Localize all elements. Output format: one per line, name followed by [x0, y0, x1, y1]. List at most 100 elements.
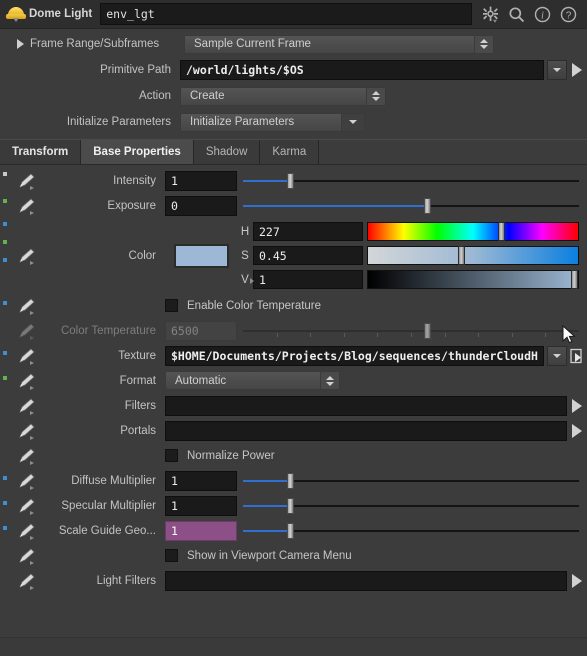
scale-guide-geo-label: Scale Guide Geo... [58, 524, 156, 537]
pen-icon[interactable] [14, 472, 40, 490]
tab-shadow[interactable]: Shadow [193, 140, 261, 164]
pen-icon[interactable] [14, 572, 40, 590]
stepper-arrows-icon[interactable] [320, 372, 339, 389]
saturation-slider[interactable] [367, 246, 579, 265]
node-name-input[interactable]: env_lgt [100, 3, 472, 25]
expand-triangle-icon[interactable] [14, 39, 26, 49]
search-icon[interactable] [508, 6, 525, 23]
color-temperature-input[interactable]: 6500 [165, 320, 237, 341]
enable-color-temperature-control[interactable]: Enable Color Temperature [165, 299, 321, 312]
exposure-slider[interactable] [243, 196, 579, 216]
primitive-path-jump-icon[interactable] [567, 63, 587, 77]
portals-label: Portals [120, 424, 156, 437]
show-in-viewport-control[interactable]: Show in Viewport Camera Menu [165, 549, 352, 562]
filters-jump-icon[interactable] [567, 398, 587, 413]
panel-header: Dome Light env_lgt i ? [0, 0, 587, 29]
normalize-power-control[interactable]: Normalize Power [165, 449, 275, 462]
pen-icon[interactable] [14, 522, 40, 540]
texture-input[interactable]: $HOME/Documents/Projects/Blog/sequences/… [165, 345, 544, 366]
tab-base-properties[interactable]: Base Properties [81, 140, 194, 164]
pen-icon[interactable] [14, 497, 40, 515]
normalize-power-checkbox[interactable] [165, 449, 178, 462]
row-filters: Filters [0, 393, 587, 418]
initialize-parameters-button[interactable]: Initialize Parameters [180, 112, 365, 132]
intensity-input[interactable]: 1 [165, 170, 237, 191]
specular-multiplier-label: Specular Multiplier [61, 499, 156, 512]
info-icon[interactable]: i [534, 6, 551, 23]
pen-icon[interactable] [14, 372, 40, 390]
row-specular-multiplier: Specular Multiplier 1 [0, 493, 587, 518]
stepper-arrows-icon[interactable] [474, 35, 493, 53]
help-icon[interactable]: ? [560, 6, 577, 23]
row-gutter [0, 543, 14, 568]
pen-icon[interactable] [14, 547, 40, 565]
light-filters-input[interactable] [165, 570, 567, 591]
color-swatch[interactable] [173, 243, 229, 268]
action-label: Action [139, 90, 171, 102]
pen-icon[interactable] [14, 322, 40, 340]
saturation-value: 0.45 [259, 248, 287, 263]
saturation-input[interactable]: 0.45 [253, 246, 363, 265]
exposure-input[interactable]: 0 [165, 195, 237, 216]
saturation-row: S 0.45 [237, 244, 579, 267]
frame-range-dropdown[interactable]: Sample Current Frame [184, 34, 494, 54]
tab-karma[interactable]: Karma [260, 140, 320, 164]
primitive-path-menu-button[interactable] [547, 60, 567, 80]
row-portals: Portals [0, 418, 587, 443]
chevron-down-icon[interactable] [341, 113, 364, 131]
color-temperature-slider[interactable] [243, 321, 579, 341]
action-dropdown[interactable]: Create [180, 86, 386, 106]
row-action: Action Create [0, 83, 587, 109]
stepper-arrows-icon[interactable] [366, 87, 385, 105]
primitive-path-input[interactable]: /world/lights/$OS [180, 60, 544, 80]
diffuse-multiplier-input[interactable]: 1 [165, 470, 237, 491]
light-filters-jump-icon[interactable] [567, 573, 587, 588]
scale-guide-geo-slider[interactable] [243, 521, 579, 541]
show-in-viewport-checkbox[interactable] [165, 549, 178, 562]
scale-guide-geo-input[interactable]: 1 [165, 520, 237, 541]
intensity-slider[interactable] [243, 171, 579, 191]
specular-multiplier-input[interactable]: 1 [165, 495, 237, 516]
gear-icon[interactable] [482, 6, 499, 23]
hue-slider[interactable] [367, 222, 579, 241]
parameter-panel: Dome Light env_lgt i ? Frame Range/Subfr… [0, 0, 587, 656]
enable-color-temperature-checkbox[interactable] [165, 299, 178, 312]
row-gutter [0, 368, 14, 393]
color-swatch-wrapper [165, 243, 237, 268]
initialize-label: Initialize Parameters [66, 116, 171, 128]
portals-jump-icon[interactable] [567, 423, 587, 438]
row-color: Color H 227 S 0.45 V 1 [0, 218, 587, 293]
pen-icon[interactable] [14, 297, 40, 315]
pen-icon[interactable] [14, 447, 40, 465]
value-input[interactable]: 1 [253, 270, 363, 289]
tab-label: Base Properties [93, 146, 181, 158]
panel-empty-space [0, 593, 587, 637]
hue-input[interactable]: 227 [253, 222, 363, 241]
pen-icon[interactable] [14, 247, 40, 265]
submenu-triangle-icon[interactable] [250, 277, 254, 284]
pen-icon[interactable] [14, 197, 40, 215]
format-dropdown[interactable]: Automatic [165, 371, 340, 390]
pen-icon[interactable] [14, 397, 40, 415]
frame-range-label: Frame Range/Subframes [30, 38, 160, 50]
tab-transform[interactable]: Transform [0, 140, 82, 164]
top-parameters: Frame Range/Subframes Sample Current Fra… [0, 29, 587, 135]
pen-icon[interactable] [14, 347, 40, 365]
row-gutter [0, 218, 14, 293]
portals-input[interactable] [165, 420, 567, 441]
row-gutter [0, 293, 14, 318]
header-icon-group: i ? [472, 6, 583, 23]
specular-multiplier-slider[interactable] [243, 496, 579, 516]
intensity-label: Intensity [113, 174, 156, 187]
tab-label: Shadow [205, 146, 248, 158]
filters-input[interactable] [165, 395, 567, 416]
row-texture: Texture $HOME/Documents/Projects/Blog/se… [0, 343, 587, 368]
pen-icon[interactable] [14, 172, 40, 190]
pen-icon[interactable] [14, 422, 40, 440]
texture-file-browse-icon[interactable] [567, 348, 587, 364]
diffuse-multiplier-slider[interactable] [243, 471, 579, 491]
row-gutter [0, 83, 14, 109]
value-slider[interactable] [367, 270, 579, 289]
texture-menu-button[interactable] [547, 345, 567, 366]
saturation-label: S [241, 249, 249, 262]
